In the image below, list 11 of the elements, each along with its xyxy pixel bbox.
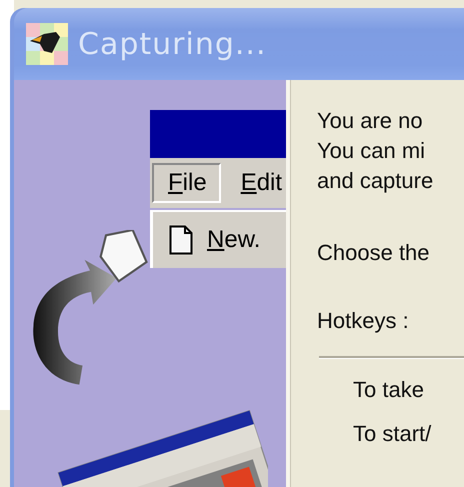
hotkeys-label: Hotkeys :: [317, 307, 410, 335]
menu-entry[interactable]: New.: [207, 226, 260, 254]
menu-item[interactable]: File: [152, 163, 221, 203]
instruction-text: Choose the: [317, 239, 431, 267]
window-title: Capturing...: [78, 26, 266, 62]
message-text: and capture: [317, 167, 434, 195]
hotkey-text: To take: [352, 376, 425, 404]
message-text: You can mi: [317, 137, 426, 165]
menu-item[interactable]: Edit: [224, 163, 296, 203]
hotkey-text: To start/: [352, 420, 432, 448]
message-text: You are no: [317, 107, 424, 135]
